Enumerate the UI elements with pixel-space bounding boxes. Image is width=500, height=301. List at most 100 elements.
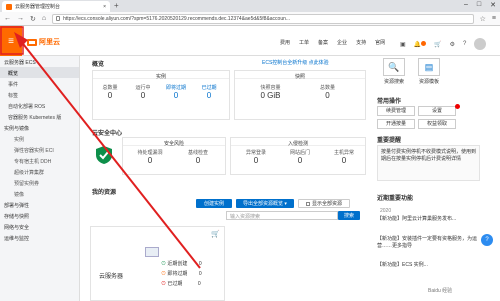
common-ops-title: 常用操作: [377, 99, 402, 105]
search-button[interactable]: 搜索: [338, 211, 360, 220]
create-instance-button[interactable]: 创建实例: [196, 199, 232, 208]
news-item-3[interactable]: 【新功能】ECS 实例...: [377, 262, 477, 269]
aliyun-logo[interactable]: 阿里云: [27, 37, 60, 47]
risk-card-title: 安全风险: [123, 138, 225, 147]
browser-menu-icon[interactable]: ≡: [492, 15, 496, 22]
nav-fee[interactable]: 费用: [280, 39, 290, 46]
resource-template-quick[interactable]: ▤ 资源模板: [414, 58, 444, 85]
instances-running[interactable]: 运行中 0: [128, 84, 158, 101]
maximize-icon[interactable]: □: [477, 1, 481, 9]
sidebar-item[interactable]: 弹性容器实例 ECI: [0, 144, 79, 155]
shield-icon: [96, 146, 112, 164]
help-icon[interactable]: ?: [463, 41, 466, 47]
sidebar-item[interactable]: 存储与快照: [0, 210, 79, 221]
nav-ticket[interactable]: 工单: [299, 39, 309, 46]
template-icon: ▤: [418, 58, 440, 76]
sidebar: 云服务器 ECS 概览 事件 标签 自动化部署 ROS 容器服务 Kubernetes …: [0, 56, 80, 301]
sidebar-item[interactable]: 镜像: [0, 188, 79, 199]
pending-vuln[interactable]: 待处理漏洞 0: [130, 149, 170, 166]
sidebar-item[interactable]: 实例与镜像: [0, 122, 79, 133]
instances-total[interactable]: 总数量 0: [95, 84, 125, 101]
instances-card-title: 实例: [93, 71, 229, 80]
cart-icon[interactable]: 🛒: [211, 230, 220, 238]
recent-created-row[interactable]: ⊙ 近期创建 0: [161, 259, 202, 269]
search-icon: 🔍: [383, 58, 405, 76]
sidebar-item[interactable]: 运维与监控: [0, 232, 79, 243]
overview-title: 概览: [92, 62, 105, 68]
sidebar-item[interactable]: 概览: [0, 67, 79, 78]
close-window-icon[interactable]: ✕: [490, 1, 496, 9]
settings-button[interactable]: 设置: [418, 106, 456, 116]
expired-row[interactable]: ⊙ 已过期 0: [161, 279, 202, 289]
upgrade-tip-link[interactable]: ECS控制台全新升级 点此体验: [262, 59, 329, 66]
avatar[interactable]: [474, 38, 487, 50]
forward-icon[interactable]: →: [17, 15, 24, 22]
bookmark-icon[interactable]: ☆: [480, 15, 486, 23]
new-tab-button[interactable]: +: [114, 1, 119, 10]
instances-expired[interactable]: 已过期 0: [194, 84, 224, 101]
sidebar-item[interactable]: 部署与弹性: [0, 199, 79, 210]
window-controls: – □ ✕: [464, 1, 496, 9]
abnormal-login[interactable]: 异常登录 0: [236, 149, 276, 166]
resource-search-input[interactable]: 输入资源搜索: [226, 211, 338, 220]
minimize-icon[interactable]: –: [464, 1, 468, 9]
server-icon: [145, 247, 159, 257]
terminal-icon[interactable]: ▣: [400, 41, 406, 48]
nav-support[interactable]: 支持: [356, 39, 366, 46]
tab-title: 云服务器管理控制台: [15, 4, 61, 10]
home-icon[interactable]: ⌂: [42, 15, 46, 22]
web-backdoor[interactable]: 网站后门 0: [280, 149, 320, 166]
snapshot-card-title: 快照: [235, 71, 365, 80]
nav-enterprise[interactable]: 企业: [337, 39, 347, 46]
settings-icon[interactable]: ⚙: [450, 41, 455, 48]
snapshot-count[interactable]: 总数量 0: [305, 84, 350, 101]
sidebar-item[interactable]: 容器服务 Kubernetes 版: [0, 111, 79, 122]
expiring-row[interactable]: ⊙ 即将过期 0: [161, 269, 202, 279]
show-all-resources-button[interactable]: 显示全部资源: [298, 199, 350, 208]
reload-icon[interactable]: ↻: [30, 15, 36, 23]
nav-official[interactable]: 官网: [375, 39, 385, 46]
instances-expiring[interactable]: 即将过期 0: [161, 84, 191, 101]
snapshot-capacity[interactable]: 快照容量 0 GiB: [248, 84, 293, 101]
sidebar-item[interactable]: 超级计算集群: [0, 166, 79, 177]
back-icon[interactable]: ←: [4, 15, 11, 22]
sidebar-title: 云服务器 ECS: [4, 60, 36, 66]
url-input[interactable]: https://ecs.console.aliyun.com/?spm=5176…: [52, 13, 474, 24]
show-all-checkbox[interactable]: [305, 201, 310, 206]
sidebar-item[interactable]: 专有宿主机 DDH: [0, 155, 79, 166]
logo-text: 阿里云: [39, 39, 60, 46]
sidebar-item[interactable]: 标签: [0, 89, 79, 100]
sidebar-item[interactable]: 预留实例券: [0, 177, 79, 188]
browser-tab[interactable]: 云服务器管理控制台 ×: [2, 1, 110, 12]
sidebar-item[interactable]: 自动化部署 ROS: [0, 100, 79, 111]
logo-mark-icon: [27, 38, 37, 46]
watermark: Baidu 经验: [428, 288, 453, 294]
help-bubble-icon[interactable]: ?: [481, 234, 493, 246]
news-item-1[interactable]: 【新功能】阿里云计算巢服务发布...: [377, 216, 477, 223]
sidebar-item[interactable]: 实例: [0, 133, 79, 144]
close-tab-icon[interactable]: ×: [103, 4, 110, 10]
news-item-2[interactable]: 【新功能】安装插件一定要有资格服务，为运营……更多指导: [377, 236, 477, 250]
resource-search-quick[interactable]: 🔍 资源搜索: [379, 58, 409, 85]
nav-icp[interactable]: 备案: [318, 39, 328, 46]
ecs-product-card[interactable]: 🛒 云服务器 ⊙ 近期创建 0 ⊙ 即将过期 0 ⊙ 已过期 0: [90, 226, 225, 301]
sidebar-item[interactable]: 网络与安全: [0, 221, 79, 232]
cart-icon[interactable]: 🛒: [434, 41, 441, 48]
announcement-text: 按量付费实例停机不收费模式说明，使用到期后在按量实例停机后计费说明详情: [381, 149, 477, 162]
top-icons: ▣ 🔔 🛒 ⚙ ?: [400, 38, 487, 50]
url-text: https://ecs.console.aliyun.com/?spm=5176…: [63, 15, 291, 22]
baseline-check[interactable]: 基线检查 0: [178, 149, 218, 166]
product-name: 云服务器: [99, 274, 124, 280]
pay-as-you-go-button[interactable]: 开通按量: [377, 119, 415, 129]
announcement-box[interactable]: 按量付费实例停机不收费模式说明，使用到期后在按量实例停机后计费说明详情: [377, 145, 480, 181]
export-resources-button[interactable]: 导出全部资源概览 ▾: [236, 199, 294, 208]
recent-features-title: 近期重要功能: [377, 196, 414, 202]
host-exception[interactable]: 主机异常 0: [324, 149, 364, 166]
bell-icon[interactable]: 🔔: [414, 40, 427, 48]
product-stats: ⊙ 近期创建 0 ⊙ 即将过期 0 ⊙ 已过期 0: [161, 259, 202, 289]
browser-tab-bar: 云服务器管理控制台 × + – □ ✕: [0, 0, 500, 12]
menu-icon[interactable]: ≡: [0, 26, 22, 56]
renew-manage-button[interactable]: 续费管理: [377, 106, 415, 116]
benefit-button[interactable]: 权益领取: [418, 119, 456, 129]
sidebar-item[interactable]: 事件: [0, 78, 79, 89]
